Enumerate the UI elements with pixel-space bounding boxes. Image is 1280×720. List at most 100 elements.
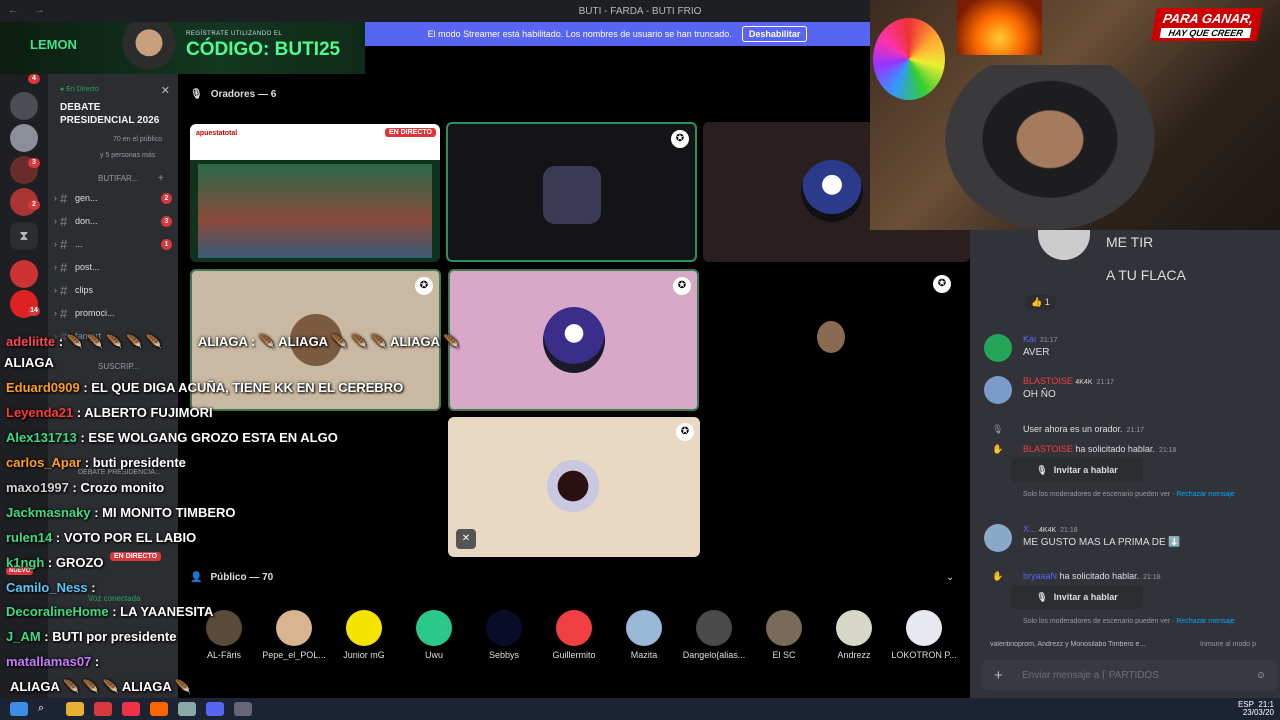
browser-icon[interactable] — [150, 702, 168, 716]
overlay-user: J_AM — [6, 629, 41, 644]
audience-header: 👤 Público — 70 — [190, 572, 273, 583]
text-chat-panel: ME TIR A TU FLACA 👍 1 Kai 21:17 AVER BLAS… — [970, 230, 1280, 698]
close-icon[interactable]: ✕ — [161, 84, 170, 97]
avatar — [766, 610, 802, 646]
overlay-user: carlos_Apar — [6, 455, 82, 470]
promo-banner: LEMON REGÍSTRATE UTILIZANDO EL CÓDIGO: B… — [0, 22, 365, 74]
discord-icon[interactable] — [206, 702, 224, 716]
channel-name: promoci... — [75, 308, 115, 318]
voice-connected-status: Voz conectada — [88, 594, 141, 603]
system-text: User ahora es un orador. — [1023, 424, 1123, 434]
category-suscrip[interactable]: SUSCRIP... — [98, 362, 139, 371]
nav-arrows[interactable]: ← → — [8, 4, 51, 16]
system-tray[interactable]: ESP 21:1 23/03/20 — [1238, 701, 1274, 717]
moderator-icon: ✪ — [415, 277, 433, 295]
invite-to-speak-button[interactable]: 🎙 Invitar a hablar — [1011, 585, 1143, 609]
channel-item[interactable]: › # clips — [54, 281, 172, 299]
emoji-icon[interactable]: ☺ — [1256, 670, 1266, 681]
audience-member[interactable]: Dangelo(alias... — [679, 610, 749, 660]
channel-item[interactable]: › # promoci... — [54, 304, 172, 322]
channel-item[interactable]: › # post... — [54, 258, 172, 276]
add-attachment-icon[interactable]: + — [994, 667, 1003, 684]
category-butifar[interactable]: BUTIFAR... — [98, 174, 138, 183]
audience-name: LOKOTRON P... — [891, 650, 957, 660]
invite-to-speak-button[interactable]: 🎙 Invitar a hablar — [1011, 458, 1143, 482]
audience-member[interactable]: Junior mG — [329, 610, 399, 660]
moderator-icon: ✪ — [673, 277, 691, 295]
message-input[interactable]: + Enviar mensaje a ⌈ PARTIDOS ☺ — [982, 660, 1278, 690]
author-name[interactable]: X... — [1023, 524, 1037, 534]
app-icon[interactable] — [178, 702, 196, 716]
audience-name: El SC — [772, 650, 796, 660]
unread-badge: 14 — [28, 306, 40, 316]
channel-name: ... — [75, 239, 83, 249]
audience-member[interactable]: Pepe_el_POL... — [259, 610, 329, 660]
channel-item[interactable]: › #... 1 — [54, 235, 172, 253]
speaker-avatar — [543, 307, 605, 373]
reaction-pill[interactable]: 👍 1 — [1025, 295, 1056, 310]
file-explorer-icon[interactable] — [66, 702, 84, 716]
app-icon[interactable] — [234, 702, 252, 716]
avatar — [276, 610, 312, 646]
audience-name: Andrezz — [837, 650, 871, 660]
channel-item[interactable]: › # gen... 2 — [54, 189, 172, 207]
webcam-overlay: PARA GANAR, HAY QUE CREER — [870, 0, 1280, 230]
audience-member[interactable]: Mazita — [609, 610, 679, 660]
speaker-tile[interactable]: ✪ ✕ — [448, 417, 700, 557]
chat-line: A TU FLACA — [1106, 267, 1186, 283]
hourglass-icon[interactable]: ⧗ — [10, 222, 38, 250]
audience-member[interactable]: LOKOTRON P... — [889, 610, 959, 660]
speaker-tile[interactable]: ✪ — [448, 269, 699, 411]
reject-link[interactable]: Rechazar mensaje — [1176, 491, 1234, 498]
app-icon[interactable] — [122, 702, 140, 716]
chevron-down-icon[interactable]: ⌄ — [946, 572, 954, 583]
audience-member[interactable]: Sebbys — [469, 610, 539, 660]
role-tag: 4K4K — [1075, 379, 1093, 386]
audience-member[interactable]: Andrezz — [819, 610, 889, 660]
overlay-user: adeliitte — [6, 334, 56, 349]
overlay-line: Alex131713 : ESE WOLGANG GROZO ESTA EN A… — [6, 430, 338, 445]
author-name[interactable]: BLASTOISE — [1023, 376, 1073, 386]
server-icon[interactable] — [10, 124, 38, 152]
mod-note-text: Solo los moderadores de escenario pueden… — [1023, 491, 1171, 498]
audience-name: Uwu — [424, 650, 443, 660]
overlay-user: k1ngh — [6, 555, 45, 570]
live-badge: EN DIRECTO — [384, 128, 436, 137]
message-author: BLASTOISE 4K4K 21:17 — [1023, 376, 1114, 386]
event-title[interactable]: DEBATE PRESIDENCIAL 2026 — [60, 101, 172, 127]
windows-start-icon[interactable] — [10, 702, 28, 716]
server-icon[interactable] — [10, 260, 38, 288]
app-icon[interactable] — [94, 702, 112, 716]
search-icon[interactable]: ⌕ — [38, 702, 56, 716]
overlay-text: ALIAGA — [121, 679, 172, 694]
overlay-line: DecoralineHome : LA YAANESITA — [6, 604, 214, 619]
overlay-user: matallamas07 — [6, 654, 92, 669]
invite-label: Invitar a hablar — [1053, 592, 1118, 602]
channel-item[interactable]: › # don... 3 — [54, 212, 172, 230]
overlay-user: Alex131713 — [6, 430, 77, 445]
audience-name: Sebbys — [488, 650, 520, 660]
author-name[interactable]: Kai — [1023, 334, 1036, 344]
disable-streamer-button[interactable]: Deshabilitar — [741, 26, 808, 42]
slogan-bottom: HAY QUE CREER — [1159, 28, 1252, 38]
author-name[interactable]: BLASTOISE — [1023, 444, 1073, 454]
audience-member[interactable]: El SC — [749, 610, 819, 660]
add-channel-icon[interactable]: + — [158, 173, 164, 184]
overlay-text: EL QUE DIGA ACUÑA, TIENE KK EN EL CEREBR… — [91, 380, 404, 395]
overlay-user: maxo1997 — [6, 480, 69, 495]
avatar — [984, 376, 1012, 404]
speaker-tile[interactable]: ✪ — [705, 269, 957, 411]
window-title: BUTI - FARDA - BUTI FRIO — [578, 5, 702, 17]
stream-tile[interactable]: apuestatotal EN DIRECTO — [190, 124, 440, 262]
invite-label: Invitar a hablar — [1053, 465, 1118, 475]
author-name[interactable]: bryaaaN — [1023, 571, 1057, 581]
overlay-user: ALIAGA — [390, 334, 440, 349]
server-icon[interactable] — [10, 92, 38, 120]
reject-link[interactable]: Rechazar mensaje — [1176, 618, 1234, 625]
speaker-tile[interactable]: ✪ — [446, 122, 697, 262]
avatar — [836, 610, 872, 646]
message-time: 21:18 — [1158, 447, 1177, 454]
audience-member[interactable]: Guillermito — [539, 610, 609, 660]
audience-member[interactable]: Uwu — [399, 610, 469, 660]
hash-icon: # — [60, 282, 68, 298]
